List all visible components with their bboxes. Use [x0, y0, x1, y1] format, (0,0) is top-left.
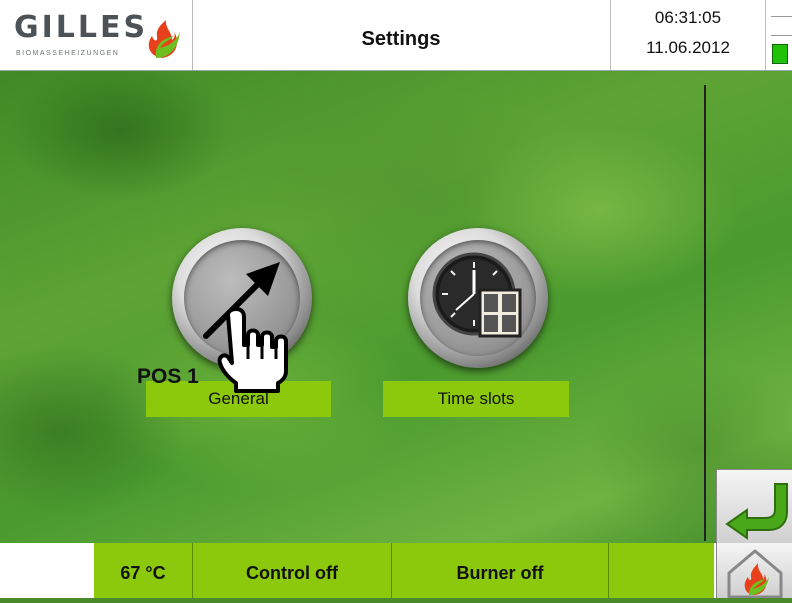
logo-text: GILLES	[14, 10, 149, 45]
home-flame-icon	[727, 549, 783, 599]
hand-pointer-icon	[217, 307, 288, 393]
burner-status: Burner off	[392, 543, 609, 598]
clock-display: 06:31:05 11.06.2012	[610, 0, 766, 70]
back-arrow-icon	[725, 483, 788, 540]
date-display: 11.06.2012	[646, 38, 730, 57]
pos-label: POS 1	[137, 365, 199, 388]
flame-icon	[148, 20, 180, 58]
temperature-display: 67 °C	[94, 543, 193, 598]
time-slots-button[interactable]	[408, 228, 548, 368]
home-button[interactable]	[716, 543, 792, 599]
empty-status-cell	[609, 543, 714, 598]
gilles-logo: GILLES BIOMASSEHEIZUNGEN	[0, 0, 193, 70]
footer-bar: 67 °C Control off Burner off	[0, 543, 792, 599]
time-display: 06:31:05	[654, 8, 722, 27]
header-bar: GILLES BIOMASSEHEIZUNGEN Settings 06:31:…	[0, 0, 792, 71]
page-title: Settings	[361, 28, 441, 50]
control-status: Control off	[193, 543, 392, 598]
logo-subtitle: BIOMASSEHEIZUNGEN	[16, 50, 120, 57]
back-button[interactable]	[716, 469, 792, 543]
time-slots-label-button[interactable]: Time slots	[383, 381, 569, 417]
status-indicator	[767, 0, 792, 70]
status-led-icon	[772, 44, 788, 64]
main-area: General Time slots POS 1	[0, 71, 792, 543]
divider-line	[704, 85, 706, 541]
clock-window-icon	[432, 252, 522, 338]
